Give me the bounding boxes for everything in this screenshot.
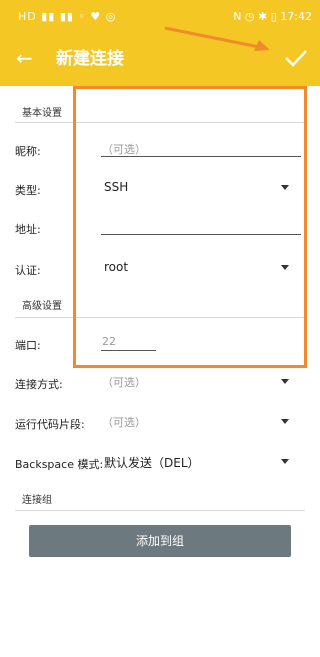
chevron-down-icon[interactable] <box>281 419 289 424</box>
connect-method-label: 连接方式: <box>15 378 63 391</box>
status-icons-right: N ◷ ✱ ▯ 17:42 <box>233 10 312 23</box>
status-bar: HD ▮▮ ▮▮ ◦ ♥ ◎ N ◷ ✱ ▯ 17:42 <box>0 0 320 34</box>
add-to-group-button[interactable]: 添加到组 <box>29 525 291 557</box>
run-snippet-select[interactable]: （可选） <box>102 414 146 430</box>
backspace-mode-label: Backspace 模式: <box>15 458 104 471</box>
nickname-label: 昵称: <box>15 145 41 158</box>
chevron-down-icon[interactable] <box>281 379 289 384</box>
port-label: 端口: <box>15 339 41 352</box>
status-icons-left: HD ▮▮ ▮▮ ◦ ♥ ◎ <box>18 10 117 23</box>
annotation-highlight-box <box>73 86 307 368</box>
auth-label: 认证: <box>15 264 41 277</box>
type-label: 类型: <box>15 184 41 197</box>
check-icon[interactable] <box>282 44 310 72</box>
address-label: 地址: <box>15 223 41 236</box>
section-header-group: 连接组 <box>22 495 52 506</box>
chevron-down-icon[interactable] <box>281 459 289 464</box>
backspace-mode-select[interactable]: 默认发送（DEL） <box>104 454 200 471</box>
app-bar: ← 新建连接 <box>0 34 320 86</box>
connect-method-select[interactable]: （可选） <box>102 374 146 390</box>
divider <box>15 510 305 511</box>
section-header-basic: 基本设置 <box>22 108 62 119</box>
section-header-advanced: 高级设置 <box>22 301 62 312</box>
arrow-left-icon[interactable]: ← <box>16 46 33 70</box>
page-title: 新建连接 <box>56 49 124 69</box>
run-snippet-label: 运行代码片段: <box>15 418 85 431</box>
